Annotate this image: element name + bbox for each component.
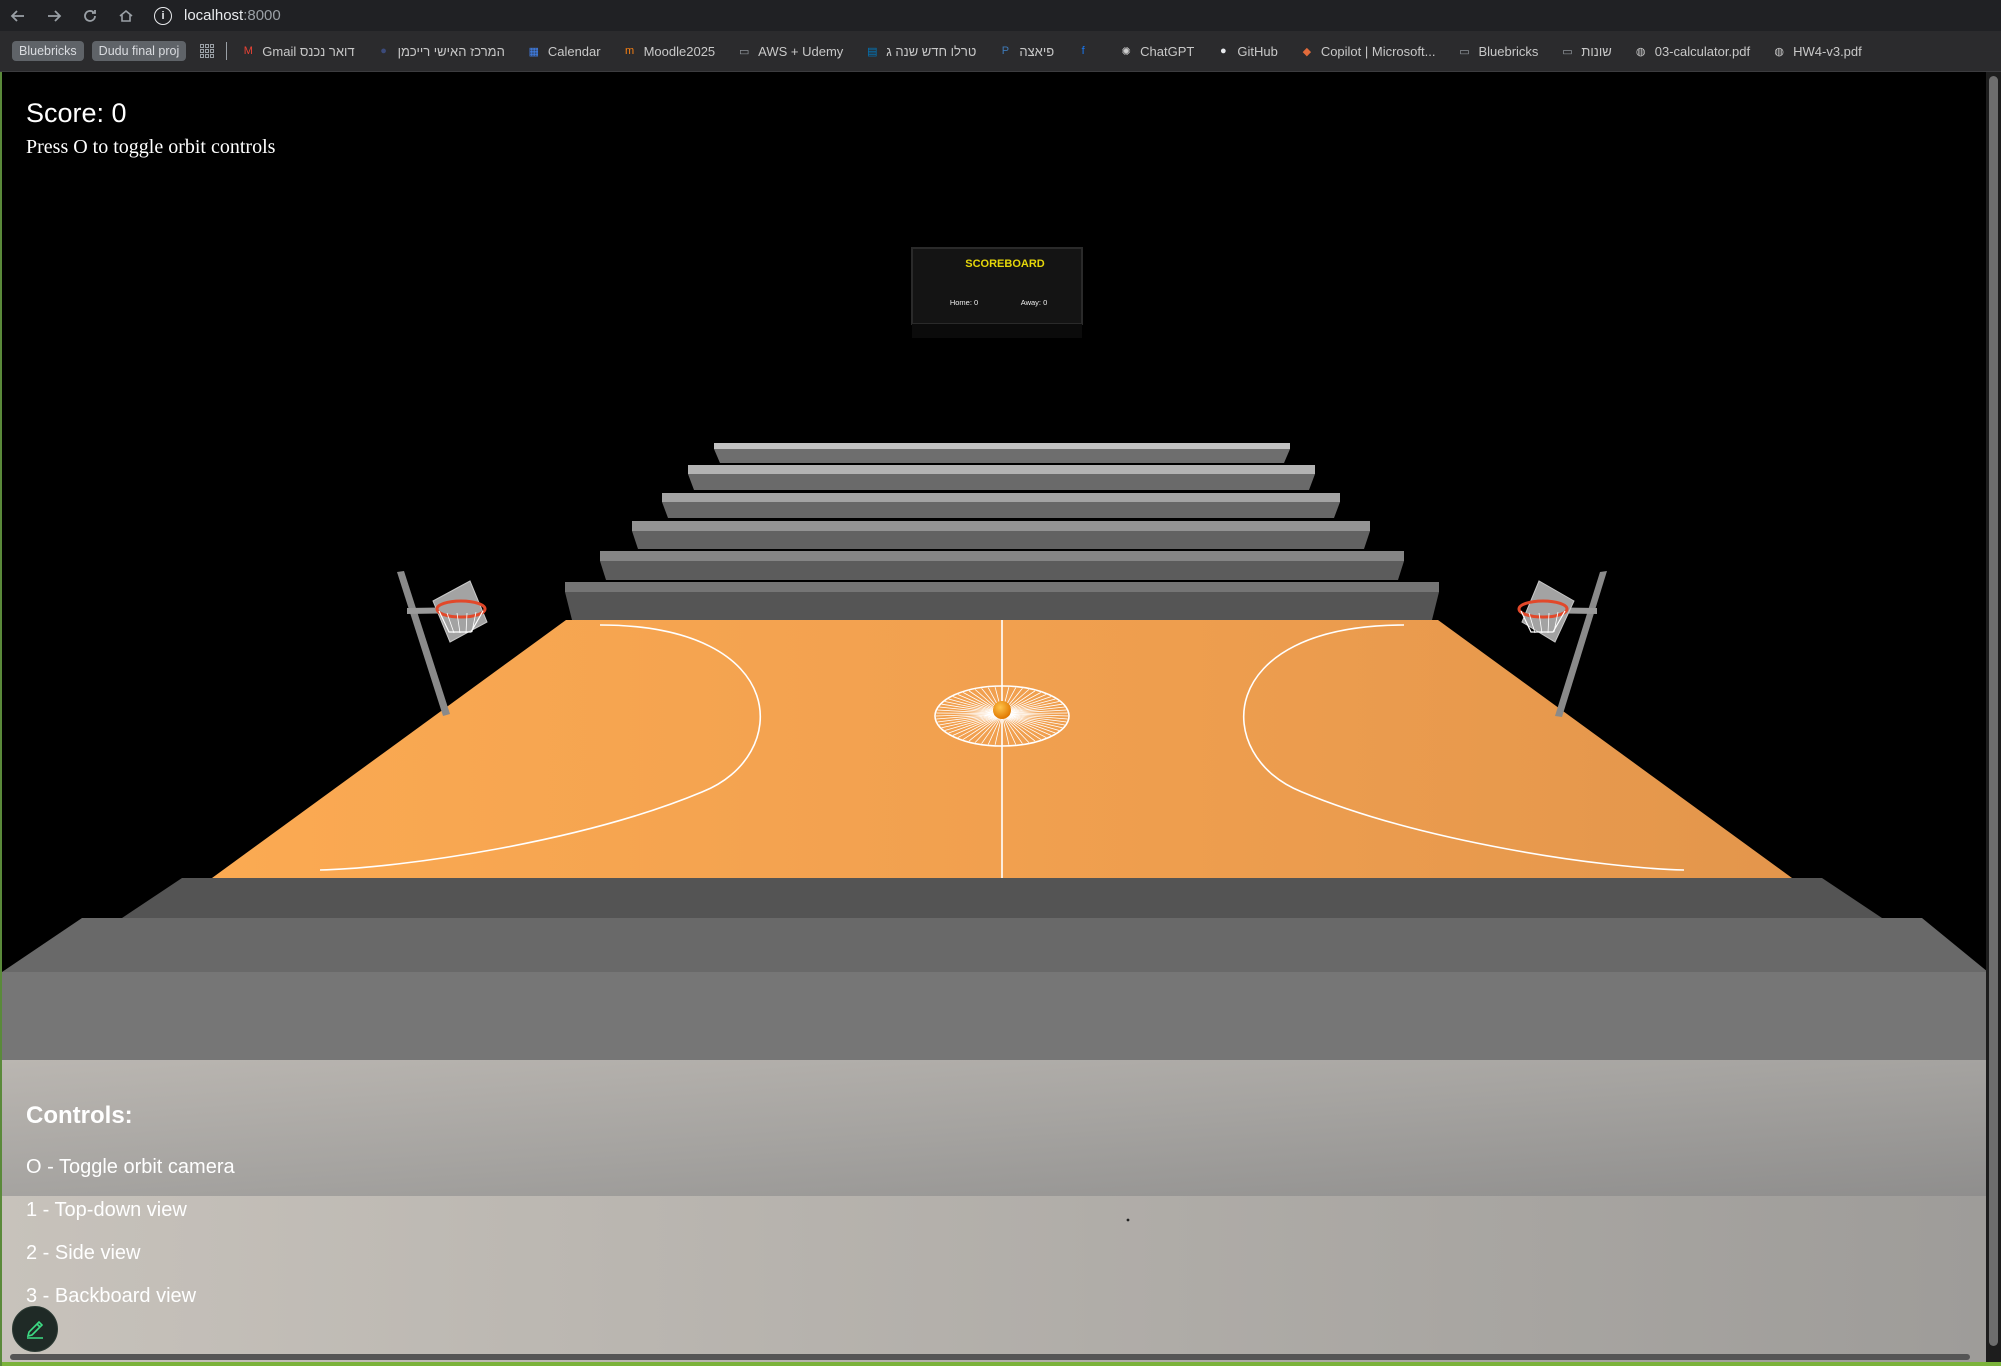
pencil-icon xyxy=(26,1320,44,1339)
bookmark-item[interactable]: P פיאצה xyxy=(998,44,1054,59)
reload-icon xyxy=(84,9,96,22)
home-button[interactable] xyxy=(108,0,144,31)
bookmark-item[interactable]: M Gmail דואר נכנס xyxy=(241,43,355,59)
bookmark-label: המרכז האישי רייכמן xyxy=(397,43,505,59)
home-icon xyxy=(119,9,133,22)
folder-icon: ▭ xyxy=(738,45,750,58)
scoreboard-away: Away: 0 xyxy=(1021,298,1048,307)
score-display: Score: 0 xyxy=(26,98,127,128)
url-host: localhost xyxy=(184,7,244,24)
bottom-status-strip xyxy=(2,1362,2001,1366)
scoreboard: SCOREBOARD Home: 0 Away: 0 xyxy=(911,247,1083,338)
reichman-icon: ● xyxy=(380,45,387,57)
url-port: :8000 xyxy=(243,7,281,24)
basketball-scene[interactable]: SCOREBOARD Home: 0 Away: 0 xyxy=(2,72,1988,1366)
bookmark-label: Bluebricks xyxy=(1478,43,1539,59)
bookmark-chip-bluebricks[interactable]: Bluebricks xyxy=(12,41,84,61)
arrow-left-icon xyxy=(10,9,24,22)
bookmark-item[interactable]: ▭ AWS + Udemy xyxy=(737,44,843,59)
bookmark-label: Moodle2025 xyxy=(643,43,716,59)
scoreboard-title: SCOREBOARD xyxy=(965,258,1045,270)
folder-icon: ▭ xyxy=(1562,45,1573,58)
bookmark-label: פיאצה xyxy=(1019,43,1055,59)
page-viewport: SCOREBOARD Home: 0 Away: 0 Score: 0 Pres… xyxy=(0,72,2001,1366)
bookmark-label: 03-calculator.pdf xyxy=(1654,43,1751,59)
github-icon: ● xyxy=(1220,45,1227,57)
bookmark-item[interactable]: ▤ טרלו חדש שנה ג xyxy=(865,44,976,59)
bookmark-item[interactable]: ◆ Copilot | Microsoft... xyxy=(1300,44,1436,59)
edit-button[interactable] xyxy=(12,1306,58,1352)
bookmark-item[interactable]: ◍ 03-calculator.pdf xyxy=(1634,44,1750,59)
piazza-icon: P xyxy=(1001,45,1010,57)
vertical-scrollbar[interactable] xyxy=(1986,72,2001,1366)
bookmark-label: טרלו חדש שנה ג xyxy=(886,43,977,59)
bookmark-item[interactable]: ● המרכז האישי רייכמן xyxy=(377,44,505,59)
orbit-hint: Press O to toggle orbit controls xyxy=(26,136,276,158)
bookmark-item[interactable]: ✺ ChatGPT xyxy=(1119,43,1195,59)
control-line-backboard: 3 - Backboard view xyxy=(26,1285,197,1307)
arrow-right-icon xyxy=(48,9,62,22)
bookmark-item[interactable]: ▭ Bluebricks xyxy=(1457,44,1538,59)
folder-icon: ▭ xyxy=(1459,45,1470,58)
bookmark-label: Gmail דואר נכנס xyxy=(262,43,355,59)
horizontal-scrollbar[interactable] xyxy=(10,1354,1970,1360)
globe-icon: ◍ xyxy=(1774,45,1784,58)
copilot-icon: ◆ xyxy=(1302,45,1312,58)
bookmark-label: GitHub xyxy=(1237,43,1278,59)
control-line-orbit: O - Toggle orbit camera xyxy=(26,1156,235,1178)
bookmark-item[interactable]: f xyxy=(1076,44,1097,58)
back-button[interactable] xyxy=(0,0,36,31)
bookmark-label: Calendar xyxy=(547,43,601,59)
reload-button[interactable] xyxy=(72,0,108,31)
forward-button[interactable] xyxy=(36,0,72,31)
bookmark-label: ChatGPT xyxy=(1140,43,1195,59)
bookmark-label: HW4-v3.pdf xyxy=(1793,43,1862,59)
bookmark-label: AWS + Udemy xyxy=(758,43,844,59)
controls-panel: Controls: O - Toggle orbit camera 1 - To… xyxy=(26,1102,235,1328)
facebook-icon: f xyxy=(1081,45,1085,57)
url-field[interactable]: i localhost:8000 xyxy=(154,4,281,28)
bookmark-separator xyxy=(226,42,228,60)
apps-grid-icon[interactable] xyxy=(200,44,215,58)
far-bleachers xyxy=(565,443,1439,620)
globe-icon: ◍ xyxy=(1635,45,1646,58)
bookmark-item[interactable]: ● GitHub xyxy=(1216,43,1278,59)
basketball[interactable] xyxy=(993,701,1011,719)
bookmark-item[interactable]: ◍ HW4-v3.pdf xyxy=(1772,43,1862,59)
scoreboard-home: Home: 0 xyxy=(950,298,978,307)
scrollbar-thumb[interactable] xyxy=(1989,76,1998,1346)
moodle-icon: m xyxy=(625,45,635,57)
calendar-icon: ▦ xyxy=(528,45,540,58)
trello-icon: ▤ xyxy=(867,45,878,58)
controls-heading: Controls: xyxy=(26,1102,133,1129)
control-line-top-down: 1 - Top-down view xyxy=(26,1199,187,1221)
site-info-icon[interactable]: i xyxy=(154,6,172,25)
bookmark-item[interactable]: m Moodle2025 xyxy=(623,43,716,59)
chatgpt-icon: ✺ xyxy=(1121,45,1131,58)
bookmarks-bar: Bluebricks Dudu final proj M Gmail דואר נ… xyxy=(0,31,2001,72)
bookmark-item[interactable]: ▭ שונות xyxy=(1560,43,1612,59)
gmail-icon: M xyxy=(243,45,253,57)
address-bar: i localhost:8000 xyxy=(0,0,2001,31)
bookmark-chip-dudu[interactable]: Dudu final proj xyxy=(91,41,187,61)
bookmark-item[interactable]: ▦ Calendar xyxy=(527,44,601,59)
bookmark-label: שונות xyxy=(1581,43,1612,59)
near-bleachers xyxy=(2,878,1988,1366)
control-line-side: 2 - Side view xyxy=(26,1242,141,1264)
bookmark-list: M Gmail דואר נכנס ● המרכז האישי רייכמן ▦ Cale… xyxy=(241,44,1883,59)
bookmark-label: Copilot | Microsoft... xyxy=(1320,43,1436,59)
